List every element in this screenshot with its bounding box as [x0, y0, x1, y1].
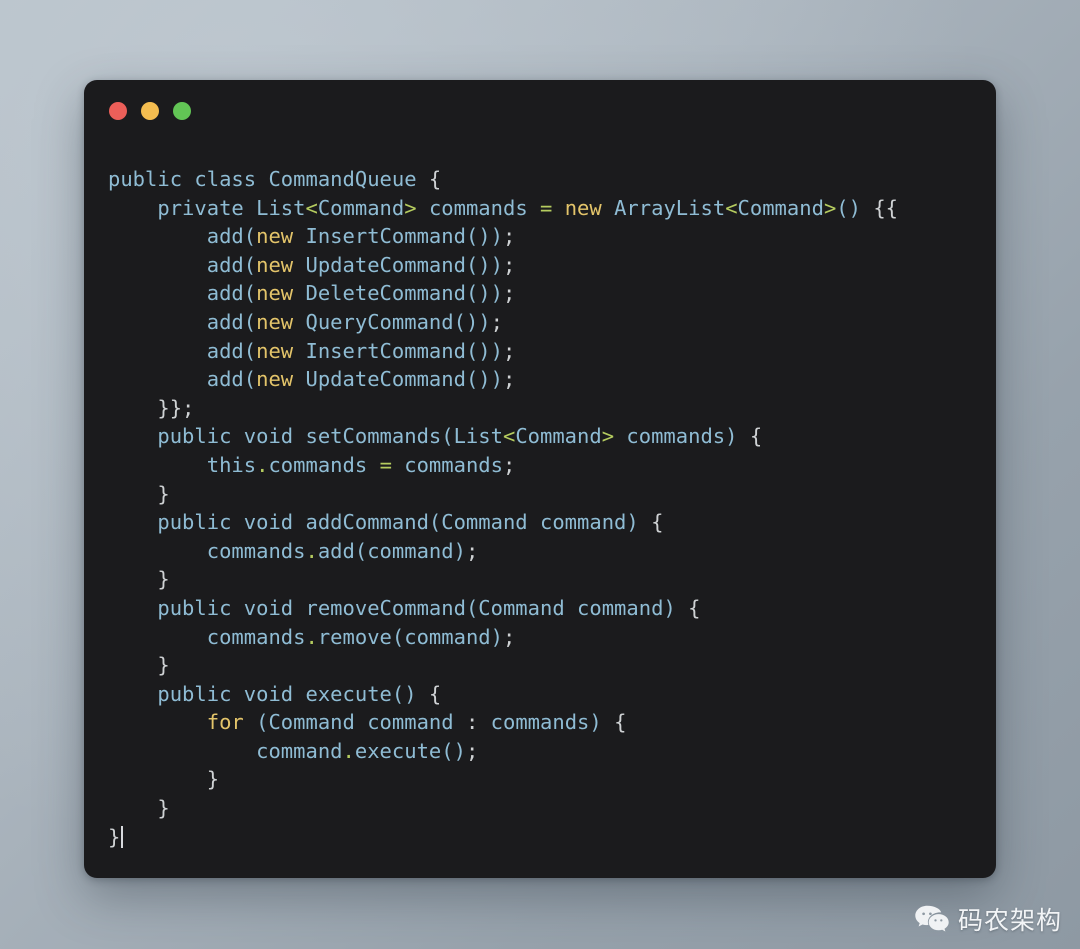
window-titlebar — [84, 80, 996, 142]
minimize-button[interactable] — [141, 102, 159, 120]
source-code[interactable]: public class CommandQueue { private List… — [108, 165, 996, 851]
watermark-text: 码农架构 — [957, 905, 1062, 935]
wechat-icon — [915, 905, 949, 932]
close-button[interactable] — [109, 102, 127, 120]
watermark: 码农架构 — [915, 905, 1062, 935]
maximize-button[interactable] — [173, 102, 191, 120]
code-editor-window: public class CommandQueue { private List… — [84, 80, 996, 878]
screenshot-root: public class CommandQueue { private List… — [0, 0, 1080, 949]
code-area[interactable]: public class CommandQueue { private List… — [84, 142, 996, 878]
